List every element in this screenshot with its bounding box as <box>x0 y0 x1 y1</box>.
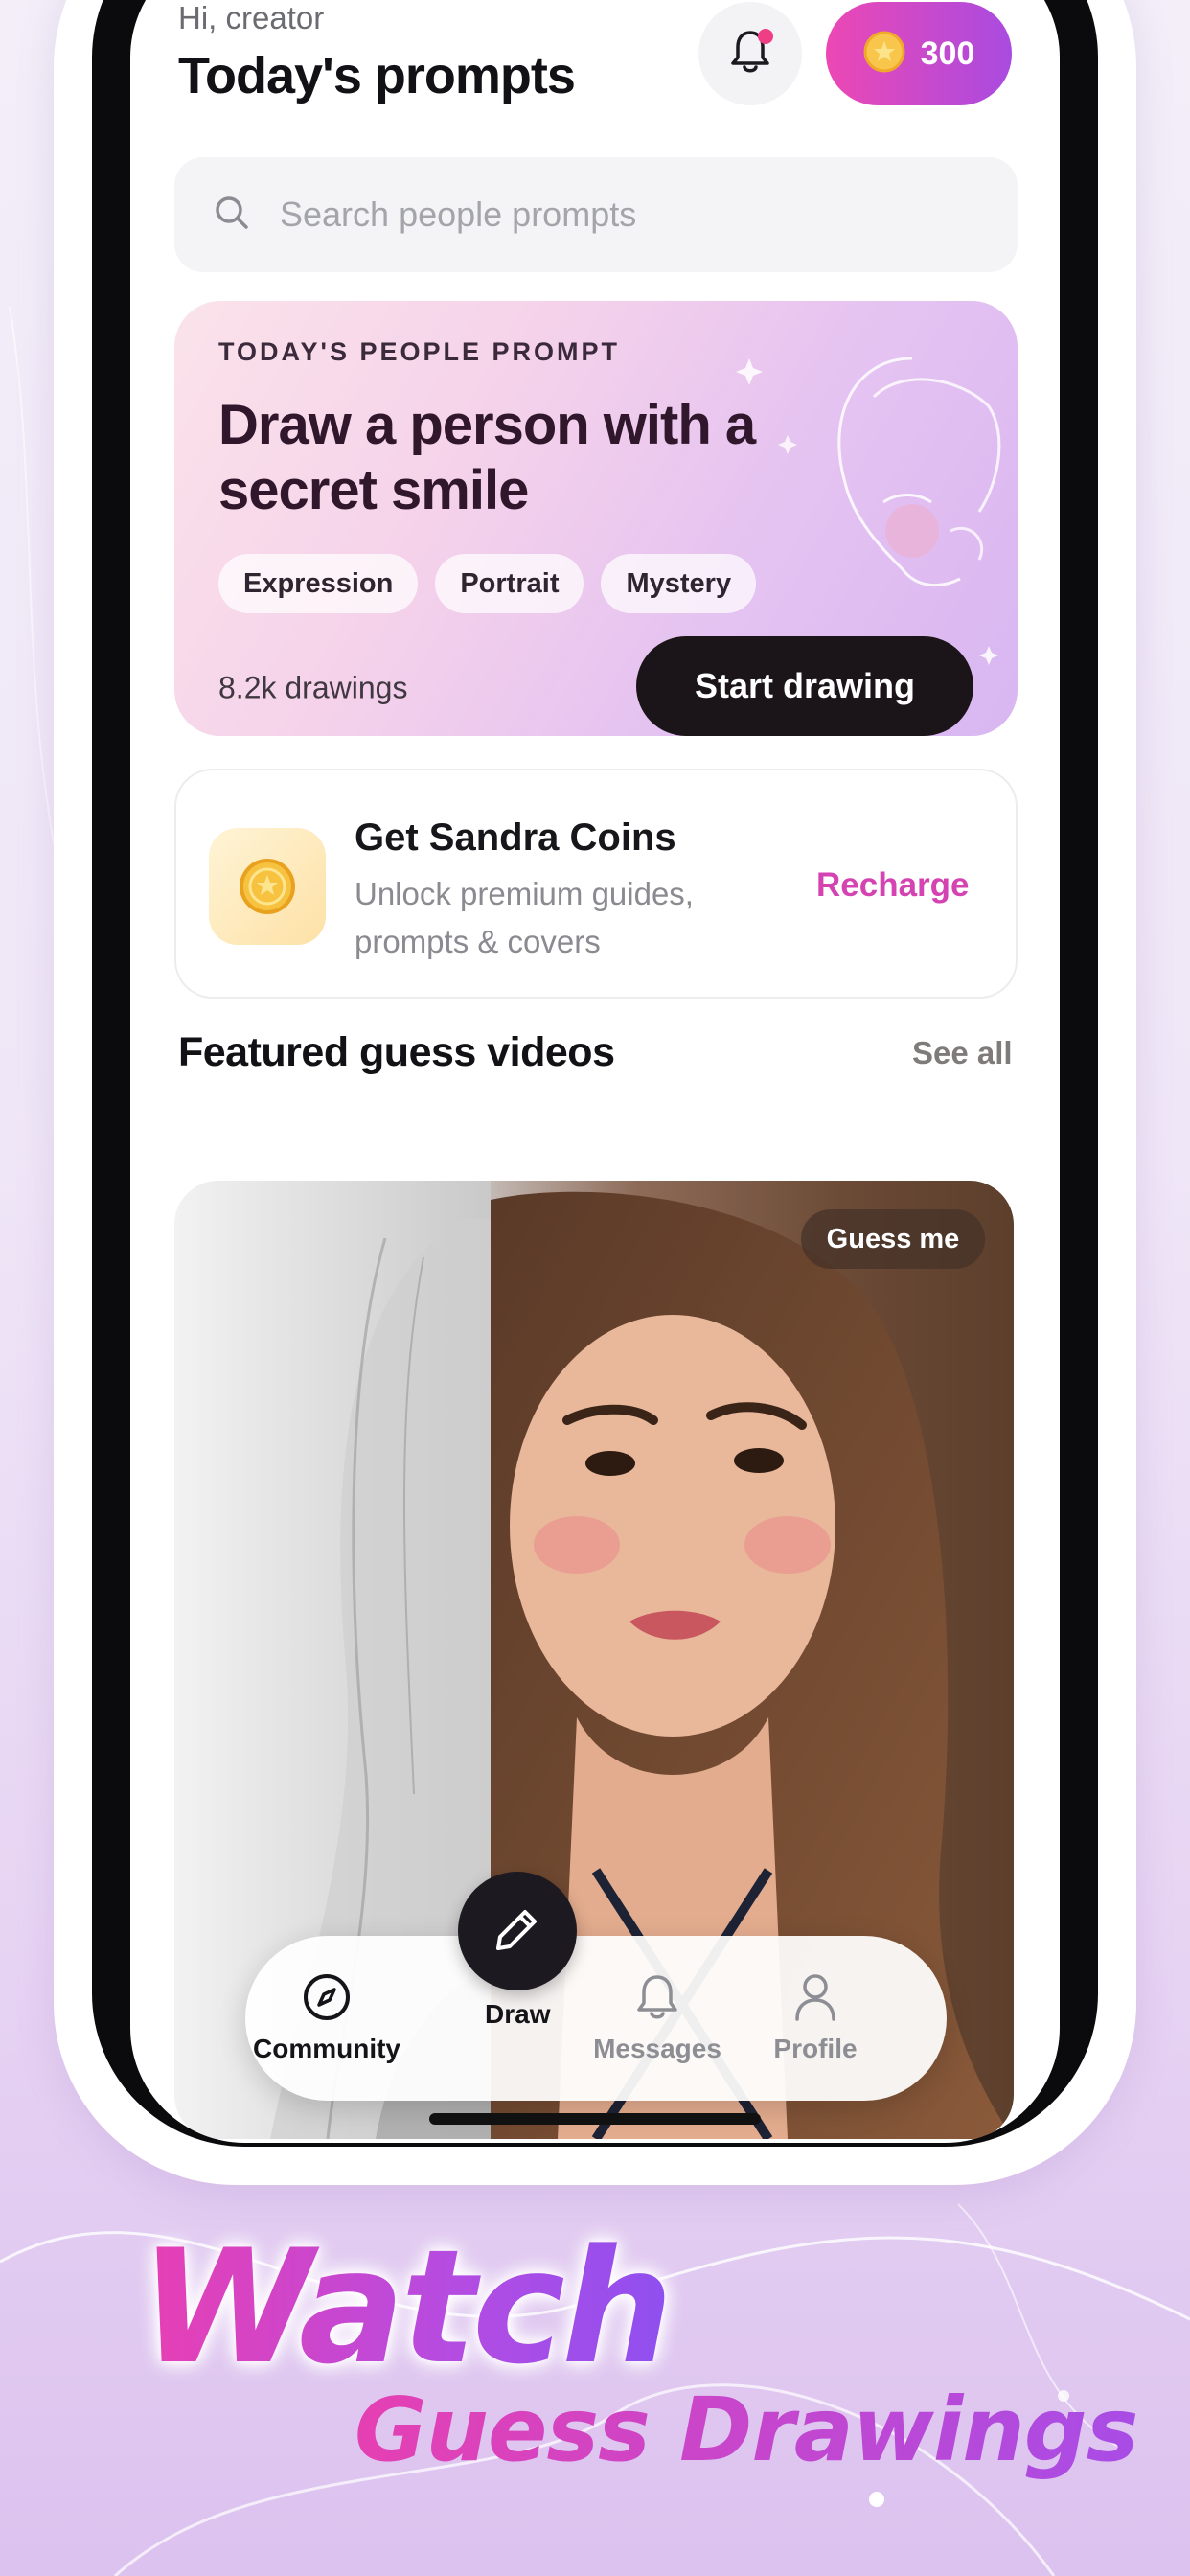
bell-icon <box>634 1970 680 2024</box>
tab-community-label: Community <box>253 2034 400 2063</box>
prompt-kicker: TODAY'S PEOPLE PROMPT <box>218 337 620 366</box>
draw-button[interactable] <box>458 1872 577 1990</box>
search-input[interactable] <box>280 195 950 235</box>
recharge-link[interactable]: Recharge <box>816 866 970 905</box>
guess-me-badge: Guess me <box>801 1209 985 1269</box>
coin-balance: 300 <box>920 34 975 72</box>
greeting: Hi, creator <box>178 0 325 35</box>
home-indicator <box>429 2113 761 2125</box>
person-icon <box>792 1970 838 2024</box>
tag-mystery[interactable]: Mystery <box>601 554 757 613</box>
tab-messages-label: Messages <box>593 2034 721 2063</box>
search-icon <box>213 194 251 237</box>
prompt-title: Draw a person with a secret smile <box>218 394 756 521</box>
coins-promo-subtitle: Unlock premium guides, prompts & covers <box>355 876 694 959</box>
notification-dot <box>758 29 773 44</box>
drawings-count: 8.2k drawings <box>218 670 408 705</box>
coins-promo-title: Get Sandra Coins <box>355 816 676 859</box>
section-title-featured: Featured guess videos <box>178 1029 615 1075</box>
coin-icon <box>240 859 295 914</box>
notifications-button[interactable] <box>698 2 802 105</box>
tag-portrait[interactable]: Portrait <box>435 554 584 613</box>
coin-balance-button[interactable]: 300 <box>826 2 1012 105</box>
marketing-headline: Watch <box>140 2216 674 2399</box>
app-screen: Hi, creator Today's prompts 300 Search p… <box>130 0 1060 2143</box>
pencil-icon <box>492 1904 542 1959</box>
bottom-tab-bar: Community Messages Profile <box>245 1936 947 2101</box>
page-title: Today's prompts <box>178 47 576 104</box>
start-drawing-button[interactable]: Start drawing <box>636 636 973 736</box>
tab-profile[interactable]: Profile <box>734 1936 897 2101</box>
marketing-subheadline: Guess Drawings <box>355 2379 1138 2481</box>
tag-expression[interactable]: Expression <box>218 554 419 613</box>
coin-icon <box>863 31 905 78</box>
tab-community[interactable]: Community <box>245 1936 408 2101</box>
tab-draw-label: Draw <box>485 1999 551 2029</box>
daily-prompt-card[interactable]: TODAY'S PEOPLE PROMPT Draw a person with… <box>174 301 1018 736</box>
tab-messages[interactable]: Messages <box>576 1936 739 2101</box>
see-all-link[interactable]: See all <box>912 1035 1013 1071</box>
coins-promo-icon <box>209 828 326 945</box>
compass-icon <box>302 1970 352 2024</box>
prompt-tags: Expression Portrait Mystery <box>218 554 757 613</box>
coins-promo-card[interactable]: Get Sandra Coins Unlock premium guides, … <box>174 769 1018 999</box>
tab-profile-label: Profile <box>773 2034 858 2063</box>
search-bar[interactable] <box>174 157 1018 272</box>
